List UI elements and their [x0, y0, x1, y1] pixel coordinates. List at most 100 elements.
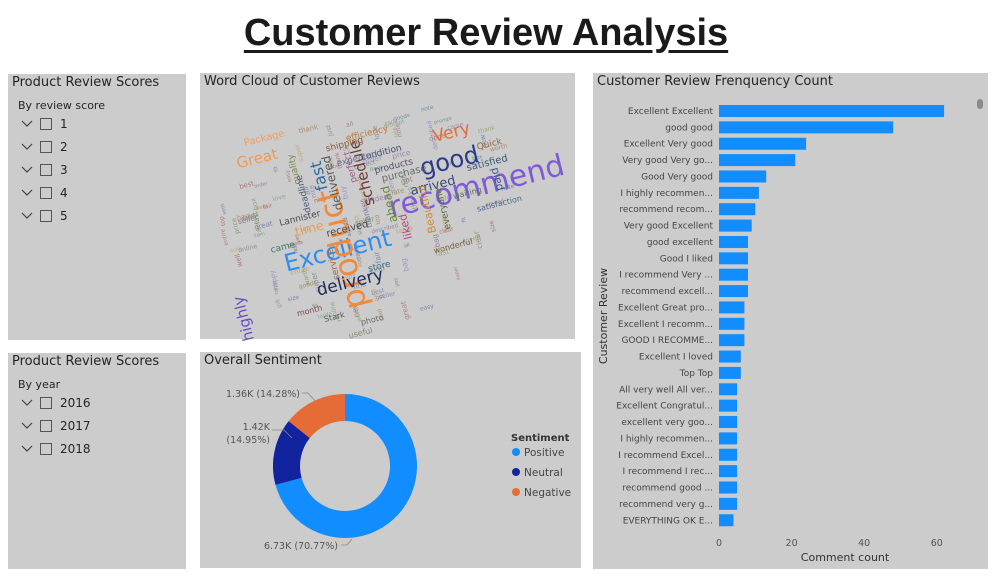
page-title: Customer Review Analysis: [243, 12, 729, 54]
bar[interactable]: [719, 186, 759, 199]
slicer-item-5[interactable]: 5: [18, 204, 68, 227]
chevron-down-icon[interactable]: [18, 396, 36, 410]
y-tick-label: good excellent: [647, 238, 714, 248]
word-cloud-filler: great: [398, 300, 411, 321]
word-cloud: describedsellerlategoodsnotecame agreedth…: [218, 105, 568, 343]
slicer-item-2016[interactable]: 2016: [18, 391, 91, 414]
leader-line-positive: [341, 538, 353, 546]
bar[interactable]: [719, 121, 894, 134]
scrollbar-thumb[interactable]: [977, 99, 983, 109]
word-cloud-filler: love: [272, 192, 287, 203]
bar[interactable]: [719, 481, 738, 494]
data-label-neutral-value: 1.42K: [243, 422, 271, 433]
bar[interactable]: [719, 252, 748, 265]
legend-marker: [512, 488, 520, 496]
word-cloud-title: Word Cloud of Customer Reviews: [204, 74, 420, 89]
bar[interactable]: [719, 170, 767, 183]
bar[interactable]: [719, 432, 738, 445]
y-tick-label: I highly recommen...: [620, 189, 713, 199]
chevron-down-icon[interactable]: [18, 186, 36, 200]
bar[interactable]: [719, 219, 752, 232]
bar[interactable]: [719, 317, 745, 330]
checkbox[interactable]: [40, 186, 52, 199]
slicer-item-2018[interactable]: 2018: [18, 437, 91, 460]
chevron-down-icon[interactable]: [18, 140, 36, 154]
word-cloud-filler: well: [233, 253, 244, 268]
slicer-item-2017[interactable]: 2017: [18, 414, 91, 437]
y-tick-label: recommend good ...: [622, 484, 713, 494]
chevron-down-icon[interactable]: [18, 163, 36, 177]
checkbox[interactable]: [40, 163, 52, 176]
bar[interactable]: [719, 514, 734, 527]
legend-label[interactable]: Positive: [524, 447, 564, 459]
y-tick-label: I recommend I rec...: [623, 467, 713, 477]
legend-label[interactable]: Neutral: [524, 467, 563, 479]
legend-marker: [512, 468, 520, 476]
checkbox[interactable]: [40, 419, 52, 432]
word-cloud-word: photo: [360, 313, 385, 327]
legend-label[interactable]: Negative: [524, 487, 571, 499]
word-cloud-filler: bag: [399, 257, 411, 272]
bar[interactable]: [719, 334, 745, 347]
bar[interactable]: [719, 154, 796, 167]
legend-marker: [512, 448, 520, 456]
bar[interactable]: [719, 203, 756, 216]
bar[interactable]: [719, 105, 945, 117]
word-cloud-filler: all: [345, 120, 354, 129]
checkbox[interactable]: [40, 209, 52, 222]
y-axis-label: Customer Review: [597, 268, 610, 364]
bar[interactable]: [719, 285, 748, 298]
x-tick-label: 60: [931, 538, 943, 549]
checkbox[interactable]: [40, 117, 52, 130]
slicer-item-1[interactable]: 1: [18, 112, 68, 135]
word-cloud-filler: clear: [471, 230, 484, 250]
word-cloud-filler: box: [249, 197, 260, 211]
bar[interactable]: [719, 448, 738, 461]
y-tick-label: Excellent I recomm...: [618, 320, 713, 330]
word-cloud-filler: super: [453, 265, 462, 281]
slicer-item-4[interactable]: 4: [18, 181, 68, 204]
bar[interactable]: [719, 465, 738, 478]
y-tick-label: Top Top: [679, 369, 714, 379]
checkbox[interactable]: [40, 140, 52, 153]
word-cloud-filler: thank: [477, 124, 496, 135]
y-tick-label: All very well All ver...: [619, 385, 713, 395]
frequency-bar-chart: Excellent Excellent good good Excellent Ve…: [597, 105, 945, 564]
checkbox[interactable]: [40, 442, 52, 455]
word-cloud-filler: size: [488, 219, 498, 232]
year-slicer: Product Review Scores By year 2016 2017 …: [8, 353, 186, 569]
chevron-down-icon[interactable]: [18, 419, 36, 433]
chevron-down-icon[interactable]: [18, 442, 36, 456]
word-cloud-filler: fair: [262, 203, 273, 211]
slicer-item-2[interactable]: 2: [18, 135, 68, 158]
chevron-down-icon[interactable]: [18, 209, 36, 223]
word-cloud-filler: easy: [420, 304, 435, 313]
checkbox[interactable]: [40, 396, 52, 409]
leader-line-negative: [302, 392, 317, 403]
bar[interactable]: [719, 137, 807, 150]
bar[interactable]: [719, 268, 748, 281]
word-cloud-word: highly: [229, 294, 258, 343]
bar[interactable]: [719, 416, 738, 429]
bar[interactable]: [719, 235, 748, 248]
bar[interactable]: [719, 399, 738, 412]
bar[interactable]: [719, 383, 738, 396]
word-cloud-filler: size: [287, 295, 300, 304]
sentiment-donut-chart: 6.73K (70.77%) 1.42K (14.95%) 1.36K (14.…: [226, 389, 571, 552]
y-tick-label: Excellent Great pro...: [618, 303, 713, 313]
scrollbar[interactable]: [976, 97, 984, 537]
word-cloud-filler: happy: [268, 269, 281, 291]
slicer-item-label: 5: [60, 208, 68, 223]
word-cloud-filler: just: [324, 123, 335, 138]
y-tick-label: Excellent Congratul...: [616, 402, 713, 412]
bar[interactable]: [719, 350, 741, 363]
slicer-item-label: 4: [60, 185, 68, 200]
word-cloud-filler: gift: [275, 297, 283, 308]
frequency-panel: Customer Review Frenquency Count Excelle…: [593, 73, 988, 569]
bar[interactable]: [719, 497, 738, 510]
bar[interactable]: [719, 366, 741, 379]
slicer-item-3[interactable]: 3: [18, 158, 68, 181]
bar[interactable]: [719, 301, 745, 314]
y-tick-label: Excellent Very good: [624, 140, 713, 150]
chevron-down-icon[interactable]: [18, 117, 36, 131]
